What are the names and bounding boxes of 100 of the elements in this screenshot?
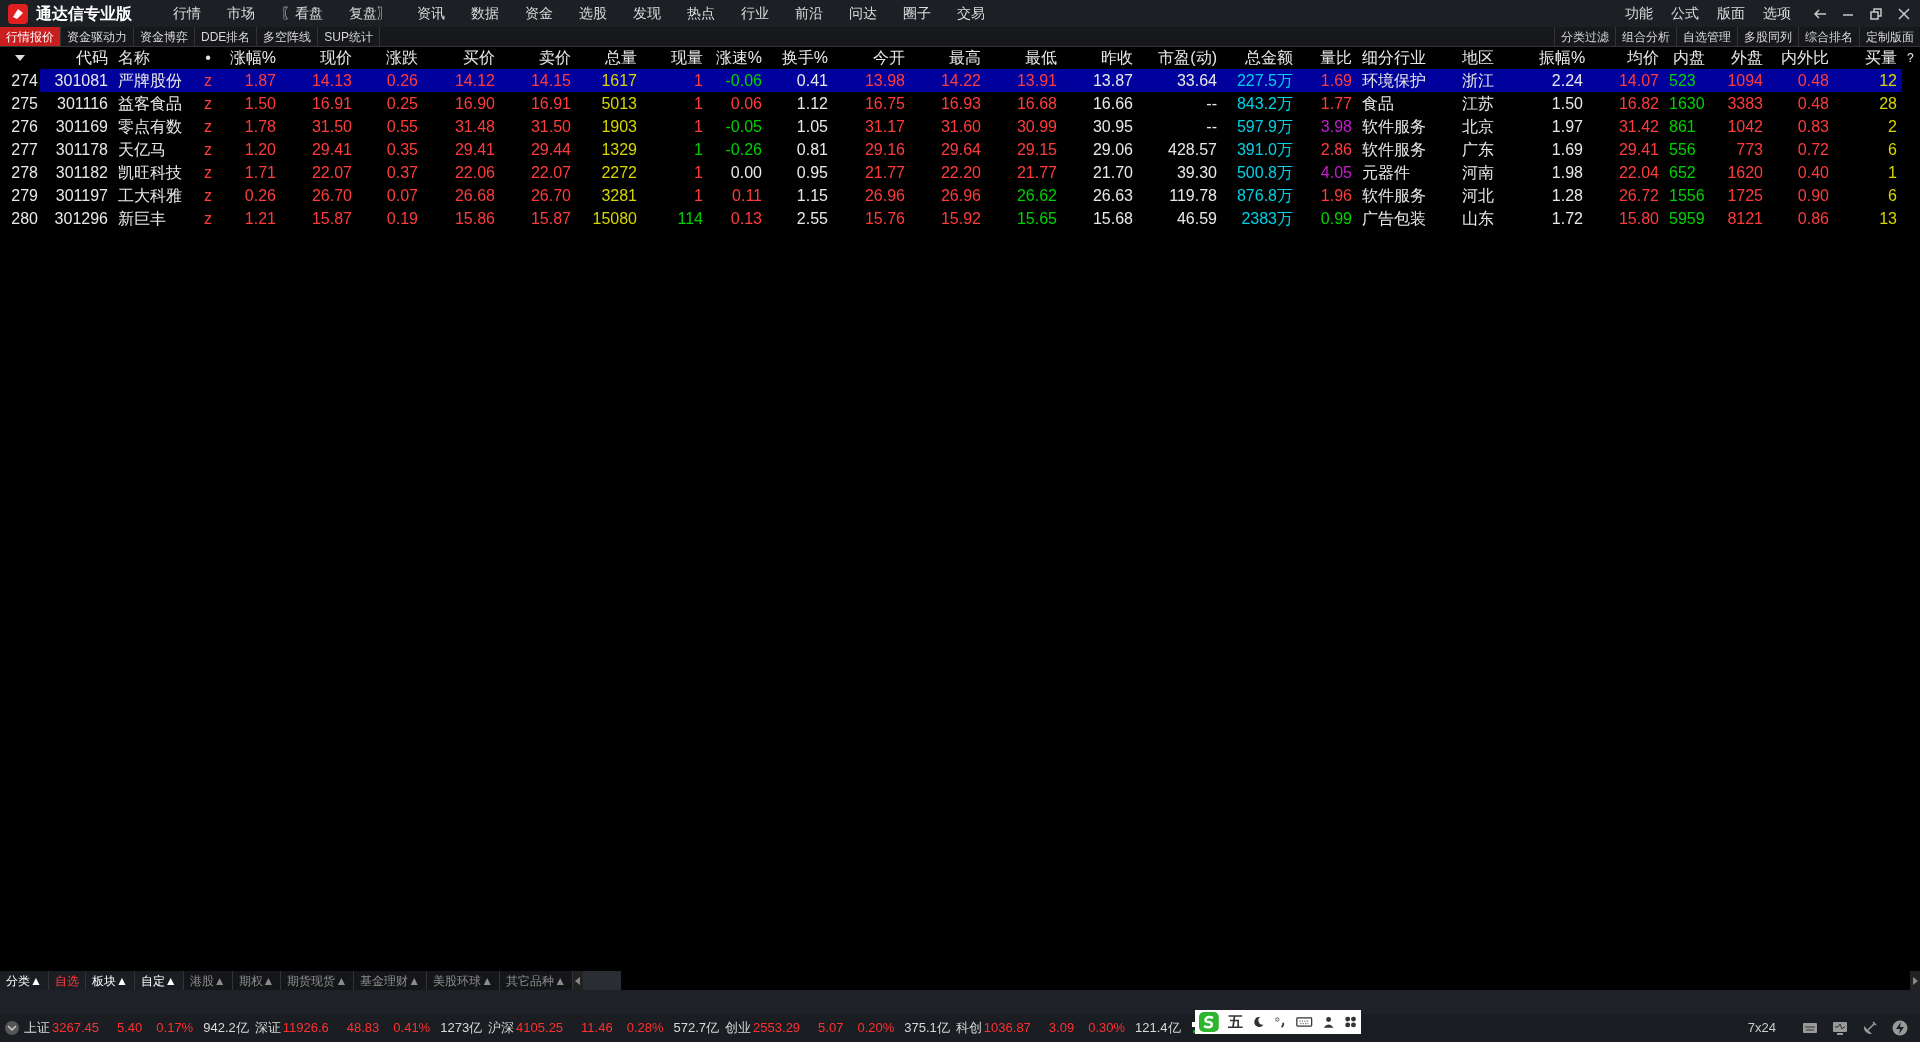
menu-item[interactable]: 选股 [566, 3, 620, 24]
index-change: 5.40 [117, 1019, 143, 1038]
menu-item[interactable]: 功能 [1616, 3, 1662, 24]
table-row[interactable]: 275 301116 益客食品 z 1.50 16.91 0.25 16.90 16.91 5013 1 0.06 1.12 16.75 16.93 16.68 16.66 -- 843.2万 1.77 食品 江苏 1.50 16.82 1630 3383 0.48 28 [0, 92, 1902, 115]
monitor-icon[interactable] [1832, 1020, 1848, 1036]
table-row[interactable]: 278 301182 凯旺科技 z 1.71 22.07 0.37 22.06 22.07 2272 1 0.00 0.95 21.77 22.20 21.77 21.70 39.30 500.8万 4.05 元器件 河南 1.98 22.04 652 1620 0.40 1 [0, 161, 1902, 184]
table-cell: 46.59 [1176, 209, 1217, 227]
column-header[interactable]: 今开 [830, 46, 907, 70]
column-header[interactable]: 买价 [420, 46, 497, 70]
tool-tab[interactable]: 组合分析 [1615, 27, 1676, 46]
index-name[interactable]: 深证 [254, 1018, 281, 1038]
column-header[interactable]: 现价 [278, 46, 354, 70]
table-cell: 3281 [601, 186, 637, 204]
column-header[interactable]: 名称 [110, 46, 190, 70]
column-header[interactable]: 振幅% [1539, 46, 1585, 70]
column-header[interactable]: 最高 [907, 46, 983, 70]
satellite-dish-icon[interactable] [1862, 1020, 1878, 1036]
view-tab[interactable]: 多空阵线 [257, 27, 319, 46]
index-name[interactable]: 科创 [955, 1018, 982, 1038]
menu-item[interactable]: 市场 [214, 3, 268, 24]
menu-item[interactable]: 热点 [674, 3, 728, 24]
view-tab[interactable]: 资金驱动力 [61, 27, 134, 46]
column-header[interactable]: 昨收 [1059, 46, 1135, 70]
table-row[interactable]: 274 301081 严牌股份 z 1.87 14.13 0.26 14.12 14.15 1617 1 -0.06 0.41 13.98 14.22 13.91 13.87 33.64 227.5万 1.69 环境保护 浙江 2.24 14.07 523 1094 0.48 12 [0, 69, 1902, 92]
table-cell: 301296 [54, 209, 108, 227]
keyboard-icon[interactable] [1802, 1020, 1818, 1036]
column-header[interactable]: 最低 [983, 46, 1059, 70]
menu-item[interactable]: 版面 [1708, 3, 1754, 24]
column-header[interactable]: 总量 [573, 46, 639, 70]
grid-icon[interactable] [1343, 1014, 1357, 1030]
column-header[interactable]: 买量 [1831, 46, 1899, 70]
table-cell: 21.77 [1016, 163, 1057, 181]
news-feed-label[interactable]: 7x24 [1747, 1018, 1776, 1038]
scroll-right-icon[interactable] [1912, 976, 1918, 985]
index-name[interactable]: 创业 [725, 1018, 752, 1038]
category-tab[interactable]: 分类▲ [0, 971, 49, 990]
column-header[interactable]: 涨幅% [226, 46, 278, 70]
column-header[interactable]: 内盘 [1661, 46, 1717, 70]
menu-item[interactable]: 选项 [1754, 3, 1800, 24]
menu-item[interactable]: 行业 [728, 3, 782, 24]
menu-item[interactable]: 圈子 [890, 3, 944, 24]
column-header[interactable]: 均价 [1585, 46, 1661, 70]
table-row[interactable]: 279 301197 工大科雅 z 0.26 26.70 0.07 26.68 26.70 3281 1 0.11 1.15 26.96 26.96 26.62 26.63 119.78 876.8万 1.96 软件服务 河北 1.28 26.72 1556 1725 0.90 6 [0, 184, 1902, 207]
moon-icon[interactable] [1251, 1014, 1265, 1030]
tool-tab[interactable]: 综合排名 [1798, 27, 1859, 46]
view-tab[interactable]: 资金博弈 [134, 27, 195, 46]
menu-item[interactable]: 发现 [620, 3, 674, 24]
scrollbar-thumb[interactable] [583, 971, 621, 990]
table-row[interactable]: 277 301178 天亿马 z 1.20 29.41 0.35 29.41 29.44 1329 1 -0.26 0.81 29.16 29.64 29.15 29.06 428.57 391.0万 2.86 软件服务 广东 1.69 29.41 556 773 0.72 6 [0, 138, 1902, 161]
collapse-icon[interactable] [4, 1020, 20, 1036]
category-tab[interactable]: 自选 [48, 971, 86, 990]
category-tab[interactable]: 板块▲ [85, 971, 135, 990]
menu-item[interactable]: 问达 [836, 3, 890, 24]
column-header[interactable]: 涨跌 [354, 46, 420, 70]
tool-tab[interactable]: 多股同列 [1737, 27, 1798, 46]
keyboard-icon[interactable] [1296, 1014, 1313, 1030]
column-header[interactable]: 总金额 [1219, 46, 1295, 70]
table-cell: 13.91 [1016, 71, 1057, 89]
ime-logo-icon[interactable] [1199, 1010, 1219, 1034]
lightning-icon[interactable] [1892, 1020, 1908, 1036]
scroll-left-icon[interactable] [575, 976, 581, 985]
view-tab[interactable]: DDE排名 [195, 27, 258, 46]
help-mark[interactable]: ? [1907, 49, 1914, 67]
ime-mode[interactable]: 五 [1227, 1010, 1243, 1034]
restore-icon[interactable] [1868, 5, 1884, 22]
view-tab[interactable]: SUP统计 [318, 27, 381, 46]
close-icon[interactable] [1896, 5, 1912, 22]
column-header[interactable]: 量比 [1295, 46, 1354, 70]
table-cell: 119.78 [1169, 186, 1217, 204]
column-header[interactable]: 卖价 [497, 46, 573, 70]
menu-item[interactable]: 行情 [160, 3, 214, 24]
column-header[interactable]: 现量 [639, 46, 705, 70]
column-header[interactable]: 市盈(动) [1135, 46, 1219, 70]
tool-tab[interactable]: 定制版面 [1859, 27, 1920, 46]
menu-item[interactable]: 公式 [1662, 3, 1708, 24]
user-icon[interactable] [1321, 1014, 1335, 1030]
menu-item[interactable]: 数据 [458, 3, 512, 24]
column-header[interactable]: 地区 [1454, 46, 1539, 70]
column-header[interactable]: 涨速% [705, 46, 764, 70]
view-tab[interactable]: 行情报价 [0, 27, 61, 46]
menu-item[interactable]: 资金 [512, 3, 566, 24]
column-header[interactable]: 细分行业 [1354, 46, 1454, 70]
menu-item[interactable]: 前沿 [782, 3, 836, 24]
index-name[interactable]: 沪深 [488, 1018, 515, 1038]
menu-item[interactable]: 复盘〗 [336, 3, 404, 24]
table-row[interactable]: 276 301169 零点有数 z 1.78 31.50 0.55 31.48 31.50 1903 1 -0.05 1.05 31.17 31.60 30.99 30.95 -- 597.9万 3.98 软件服务 北京 1.97 31.42 861 1042 0.83 2 [0, 115, 1902, 138]
index-name[interactable]: 上证 [24, 1018, 50, 1038]
menu-item[interactable]: 〖看盘 [268, 3, 336, 24]
category-tab[interactable]: 自定▲ [134, 971, 184, 990]
table-cell: 26.63 [1092, 186, 1133, 204]
menu-item[interactable]: 资讯 [404, 3, 458, 24]
column-header[interactable]: 换手% [764, 46, 830, 70]
column-header[interactable]: 代码 [40, 46, 110, 70]
column-header[interactable]: • [190, 46, 226, 70]
column-header[interactable]: 外盘 [1717, 46, 1765, 70]
column-header[interactable]: 内外比 [1765, 46, 1831, 70]
menu-item[interactable]: 交易 [944, 3, 998, 24]
tool-tab[interactable]: 自选管理 [1676, 27, 1737, 46]
tool-tab[interactable]: 分类过滤 [1554, 27, 1615, 46]
table-row[interactable]: 280 301296 新巨丰 z 1.21 15.87 0.19 15.86 15.87 15080 114 0.13 2.55 15.76 15.92 15.65 15.68 46.59 2383万 0.99 广告包装 山东 1.72 15.80 5959 8121 0.86 13 [0, 207, 1902, 230]
